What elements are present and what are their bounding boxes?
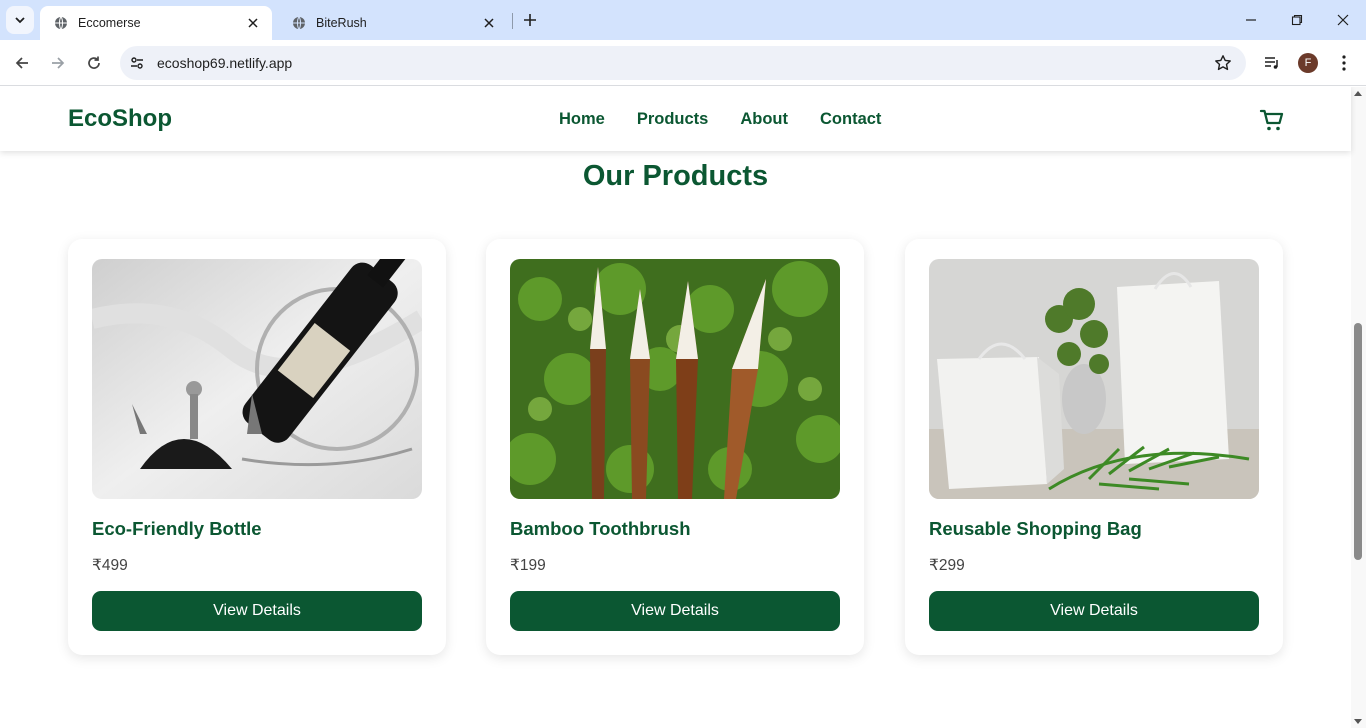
star-icon[interactable] — [1214, 54, 1232, 72]
product-price: ₹299 — [929, 557, 965, 574]
back-icon — [15, 57, 28, 69]
scroll-down-arrow[interactable] — [1354, 719, 1362, 724]
browser-tab-bar: Eccomerse BiteRush — [0, 0, 1366, 40]
menu-icon — [1342, 55, 1346, 71]
tab-biterush[interactable]: BiteRush — [278, 6, 508, 40]
tab-title: Eccomerse — [78, 16, 141, 30]
tab-search-button[interactable] — [6, 6, 34, 34]
close-window-button[interactable] — [1331, 8, 1355, 32]
nav-link-about[interactable]: About — [740, 110, 788, 129]
globe-icon — [293, 16, 305, 30]
nav-link-home[interactable]: Home — [559, 110, 605, 129]
minimize-button[interactable] — [1239, 8, 1263, 32]
minimize-icon — [1246, 19, 1256, 21]
page-viewport: EcoShop Home Products About Contact Our … — [0, 87, 1366, 728]
globe-icon — [55, 16, 67, 30]
plus-icon — [524, 14, 536, 26]
cart-icon[interactable] — [1259, 107, 1285, 133]
restore-button[interactable] — [1285, 8, 1309, 32]
product-name: Eco-Friendly Bottle — [92, 518, 262, 539]
close-icon — [1337, 14, 1349, 26]
forward-icon — [52, 57, 65, 69]
profile-button[interactable]: F — [1296, 51, 1320, 75]
close-tab-button[interactable] — [480, 14, 498, 32]
product-card: Reusable Shopping Bag ₹299 View Details — [905, 239, 1283, 655]
chevron-down-icon — [15, 17, 25, 24]
browser-menu-button[interactable] — [1332, 51, 1356, 75]
reload-icon — [88, 56, 100, 69]
close-icon — [484, 18, 494, 28]
scroll-up-arrow[interactable] — [1354, 91, 1362, 96]
site-settings-icon — [131, 57, 143, 69]
scrollbar-thumb[interactable] — [1354, 323, 1362, 560]
product-card: Eco-Friendly Bottle ₹499 View Details — [68, 239, 446, 655]
avatar: F — [1298, 53, 1318, 73]
tab-divider — [512, 13, 513, 29]
reload-button[interactable] — [81, 50, 107, 76]
address-bar[interactable]: ecoshop69.netlify.app — [120, 46, 1246, 80]
tab-title: BiteRush — [316, 16, 367, 30]
forward-button[interactable] — [45, 50, 71, 76]
section-title: Our Products — [582, 160, 769, 192]
close-tab-button[interactable] — [244, 14, 262, 32]
product-name: Reusable Shopping Bag — [929, 518, 1142, 539]
product-image — [929, 259, 1259, 499]
tab-eccomerse[interactable]: Eccomerse — [40, 6, 272, 40]
url-text: ecoshop69.netlify.app — [157, 55, 293, 71]
browser-toolbar: ecoshop69.netlify.app F — [0, 40, 1366, 86]
site-settings-button[interactable] — [127, 53, 147, 73]
product-price: ₹199 — [510, 557, 546, 574]
media-controls-button[interactable] — [1260, 51, 1284, 75]
site-nav: Home Products About Contact — [559, 110, 881, 129]
nav-link-products[interactable]: Products — [637, 110, 709, 129]
product-image — [92, 259, 422, 499]
product-image — [510, 259, 840, 499]
view-details-button[interactable]: View Details — [92, 591, 422, 631]
nav-link-contact[interactable]: Contact — [820, 110, 881, 129]
media-icon — [1265, 57, 1278, 69]
product-price: ₹499 — [92, 557, 128, 574]
view-details-button[interactable]: View Details — [510, 591, 840, 631]
back-button[interactable] — [9, 50, 35, 76]
site-header: EcoShop Home Products About Contact — [0, 87, 1351, 151]
new-tab-button[interactable] — [519, 9, 541, 31]
site-logo[interactable]: EcoShop — [68, 105, 172, 133]
page-scrollbar[interactable] — [1351, 87, 1366, 728]
view-details-button[interactable]: View Details — [929, 591, 1259, 631]
restore-icon — [1291, 14, 1303, 26]
close-icon — [248, 18, 258, 28]
product-name: Bamboo Toothbrush — [510, 518, 691, 539]
product-card: Bamboo Toothbrush ₹199 View Details — [486, 239, 864, 655]
